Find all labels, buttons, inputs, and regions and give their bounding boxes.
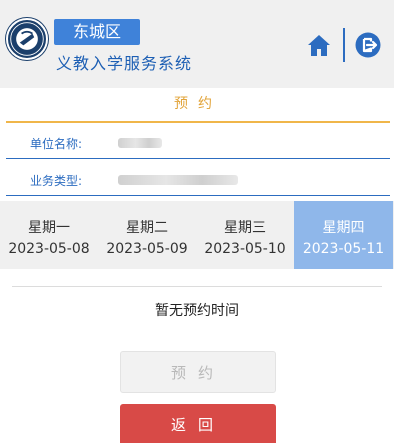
unit-name-row: 单位名称: bbox=[6, 126, 390, 159]
app-header: 东城区 义教入学服务系统 bbox=[0, 0, 394, 88]
day-weekday: 星期一 bbox=[28, 220, 70, 236]
unit-name-label: 单位名称: bbox=[30, 137, 83, 151]
day-weekday: 星期三 bbox=[224, 220, 266, 236]
exit-icon[interactable] bbox=[355, 32, 381, 58]
empty-message: 暂无预约时间 bbox=[155, 303, 239, 319]
home-icon[interactable] bbox=[307, 33, 331, 57]
day-weekday: 星期二 bbox=[126, 220, 168, 236]
system-title: 义教入学服务系统 bbox=[56, 54, 193, 73]
unit-name-value bbox=[118, 138, 162, 148]
week-selector: 星期一 2023-05-08 星期二 2023-05-09 星期三 2023-0… bbox=[0, 201, 394, 269]
day-date: 2023-05-08 bbox=[8, 241, 90, 257]
section-title: 预约 bbox=[6, 88, 390, 123]
header-separator bbox=[343, 28, 345, 62]
day-tab-tuesday[interactable]: 星期二 2023-05-09 bbox=[98, 201, 196, 269]
day-date: 2023-05-11 bbox=[302, 241, 385, 257]
logo bbox=[6, 18, 48, 60]
district-badge[interactable]: 东城区 bbox=[54, 19, 140, 45]
day-tab-wednesday[interactable]: 星期三 2023-05-10 bbox=[196, 201, 294, 269]
day-weekday: 星期四 bbox=[322, 220, 365, 236]
divider bbox=[12, 286, 382, 287]
business-type-row: 业务类型: bbox=[6, 163, 390, 196]
day-date: 2023-05-10 bbox=[204, 241, 286, 257]
day-date: 2023-05-09 bbox=[106, 241, 188, 257]
day-tab-monday[interactable]: 星期一 2023-05-08 bbox=[0, 201, 98, 269]
day-tab-thursday[interactable]: 星期四 2023-05-11 bbox=[294, 201, 393, 269]
reserve-button[interactable]: 预约 bbox=[120, 351, 276, 393]
business-type-value bbox=[118, 175, 238, 185]
business-type-label: 业务类型: bbox=[30, 174, 83, 188]
back-button[interactable]: 返回 bbox=[120, 404, 276, 443]
